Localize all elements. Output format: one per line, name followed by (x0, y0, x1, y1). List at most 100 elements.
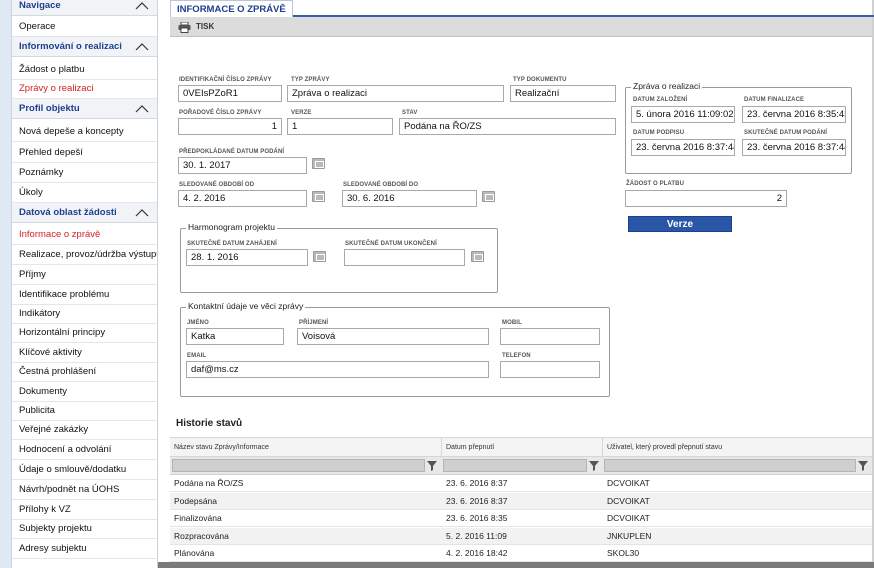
report-type-field[interactable]: Zpráva o realizaci (287, 85, 504, 102)
sidebar-item-zadost-o-platbu[interactable]: Žádost o platbu (12, 60, 157, 80)
table-row[interactable]: Podána na ŘO/ZS 23. 6. 2016 8:37 DCVOIKAT (170, 475, 872, 492)
sidebar-item-navrh-podnet-na-uohs[interactable]: Návrh/podnět na ÚOHS (12, 480, 157, 500)
filter-input[interactable] (172, 459, 425, 472)
report-type-label: TYP ZPRÁVY (291, 77, 330, 83)
table-cell: DCVOIKAT (607, 513, 650, 524)
period-from-field[interactable]: 4. 2. 2016 (178, 190, 307, 207)
calendar-icon[interactable] (482, 191, 495, 202)
sidebar-item-hodnoceni-a-odvolani[interactable]: Hodnocení a odvolání (12, 440, 157, 460)
sidebar-item-prijmy[interactable]: Příjmy (12, 265, 157, 285)
expected-submission-label: PŘEDPOKLÁDANÉ DATUM PODÁNÍ (179, 149, 285, 155)
phone-field[interactable] (500, 361, 600, 378)
sidebar-item-label: Indikátory (19, 308, 61, 319)
verze-button[interactable]: Verze (628, 216, 732, 232)
report-id-field[interactable]: 0VEIsPZoR1 (178, 85, 282, 102)
print-button[interactable]: TISK (178, 20, 214, 34)
chevron-up-icon[interactable] (135, 37, 149, 56)
sidebar-item-verejne-zakazky[interactable]: Veřejné zakázky (12, 420, 157, 440)
sidebar-item-cestna-prohlaseni[interactable]: Čestná prohlášení (12, 362, 157, 382)
calendar-icon[interactable] (471, 251, 484, 262)
sidebar-item-subjekty-projektu[interactable]: Subjekty projektu (12, 519, 157, 539)
table-cell: 5. 2. 2016 11:09 (446, 530, 507, 541)
table-cell: 23. 6. 2016 8:37 (446, 495, 508, 506)
sidebar-item-nova-depese-a-koncepty[interactable]: Nová depeše a koncepty (12, 122, 157, 142)
state-field[interactable]: Podána na ŘO/ZS (399, 118, 616, 135)
sidebar-item-publicita[interactable]: Publicita (12, 401, 157, 421)
table-row[interactable]: Plánována 4. 2. 2016 18:42 SKOL30 (170, 545, 872, 563)
filter-input[interactable] (443, 459, 587, 472)
column-header[interactable]: Uživatel, který provedl přepnutí stavu (603, 438, 872, 458)
table-cell: Plánována (174, 548, 215, 559)
sidebar-item-label: Přílohy k VZ (19, 504, 71, 515)
table-cell: 23. 6. 2016 8:35 (446, 513, 508, 524)
actual-start-label: SKUTEČNÉ DATUM ZAHÁJENÍ (187, 241, 277, 247)
chevron-up-icon[interactable] (135, 99, 149, 118)
filter-icon[interactable] (426, 459, 438, 472)
column-header[interactable]: Název stavu Zprávy/Informace (170, 438, 442, 458)
finalized-date-field[interactable]: 23. června 2016 8:35:43 (742, 106, 846, 123)
created-date-field[interactable]: 5. února 2016 11:09:02 (631, 106, 735, 123)
sidebar-item-realizace-provoz-udrzba-vystupu[interactable]: Realizace, provoz/údržba výstupu (12, 245, 157, 265)
period-to-field[interactable]: 30. 6. 2016 (342, 190, 477, 207)
sidebar-item-label: Datová oblast žádosti (19, 207, 117, 218)
sidebar-item-label: Zprávy o realizaci (19, 83, 94, 94)
expected-submission-field[interactable]: 30. 1. 2017 (178, 157, 307, 174)
sidebar-section-navigace[interactable]: Navigace (12, 0, 157, 16)
sidebar-item-informace-o-zprave[interactable]: Informace o zprávě (12, 225, 157, 245)
sidebar-item-identifikace-problemu[interactable]: Identifikace problému (12, 285, 157, 305)
sidebar-item-adresy-subjektu[interactable]: Adresy subjektu (12, 539, 157, 559)
sidebar-item-poznamky[interactable]: Poznámky (12, 163, 157, 183)
sidebar-item-klicove-aktivity[interactable]: Klíčové aktivity (12, 343, 157, 363)
sidebar-item-label: Dokumenty (19, 386, 68, 397)
order-number-field[interactable]: 1 (178, 118, 282, 135)
signed-date-field[interactable]: 23. června 2016 8:37:44 (631, 139, 735, 156)
sidebar-item-ukoly[interactable]: Úkoly (12, 183, 157, 203)
table-row[interactable]: Podepsána 23. 6. 2016 8:37 DCVOIKAT (170, 492, 872, 510)
left-edge-strip (0, 0, 12, 568)
sidebar-section-informovani-o-realizaci[interactable]: Informování o realizaci (12, 37, 157, 57)
sidebar-item-udaje-o-smlouve-dodatku[interactable]: Údaje o smlouvě/dodatku (12, 460, 157, 480)
chevron-up-icon[interactable] (135, 203, 149, 222)
sidebar-item-label: Nová depeše a koncepty (19, 126, 124, 137)
mobile-field[interactable] (500, 328, 600, 345)
report-info-group-title: Zpráva o realizaci (631, 81, 703, 91)
submitted-date-field[interactable]: 23. června 2016 8:37:44 (742, 139, 846, 156)
document-type-field[interactable]: Realizační (510, 85, 616, 102)
column-header[interactable]: Datum přepnutí (442, 438, 603, 458)
table-row[interactable]: Rozpracována 5. 2. 2016 11:09 JNKUPLEN (170, 527, 872, 545)
sidebar-item-horizontalni-principy[interactable]: Horizontální principy (12, 323, 157, 343)
filter-icon[interactable] (857, 459, 869, 472)
sidebar-item-label: Veřejné zakázky (19, 424, 89, 435)
sidebar-section-profil-objektu[interactable]: Profil objektu (12, 99, 157, 119)
table-row[interactable]: Finalizována 23. 6. 2016 8:35 DCVOIKAT (170, 510, 872, 528)
actual-end-field[interactable] (344, 249, 465, 266)
sidebar-item-indikatory[interactable]: Indikátory (12, 304, 157, 324)
filter-icon[interactable] (588, 459, 600, 472)
sidebar-item-prilohy-k-vz[interactable]: Přílohy k VZ (12, 500, 157, 520)
chevron-up-icon[interactable] (135, 0, 149, 15)
payment-request-field[interactable]: 2 (625, 190, 787, 207)
tab-informace-o-zprave[interactable]: INFORMACE O ZPRÁVĚ (170, 0, 293, 17)
calendar-icon[interactable] (312, 191, 325, 202)
calendar-icon[interactable] (312, 158, 325, 169)
version-field[interactable]: 1 (287, 118, 393, 135)
sidebar-item-label: Žádost o platbu (19, 64, 85, 75)
bottom-scrollbar[interactable] (158, 562, 874, 568)
table-cell: Podepsána (174, 495, 218, 506)
version-label: VERZE (291, 110, 312, 116)
report-id-label: IDENTIFIKAČNÍ ČÍSLO ZPRÁVY (179, 77, 272, 83)
actual-start-field[interactable]: 28. 1. 2016 (186, 249, 308, 266)
sidebar-item-operace[interactable]: Operace (12, 17, 157, 37)
sidebar-item-label: Návrh/podnět na ÚOHS (19, 484, 120, 495)
calendar-icon[interactable] (313, 251, 326, 262)
sidebar-section-datova-oblast-zadosti[interactable]: Datová oblast žádosti (12, 203, 157, 223)
history-title: Historie stavů (176, 418, 243, 429)
sidebar-item-zpravy-o-realizaci[interactable]: Zprávy o realizaci (12, 79, 157, 99)
filter-input[interactable] (604, 459, 856, 472)
sidebar-item-dokumenty[interactable]: Dokumenty (12, 382, 157, 402)
surname-field[interactable]: Voisová (297, 328, 489, 345)
created-date-label: DATUM ZALOŽENÍ (633, 97, 688, 103)
first-name-field[interactable]: Katka (186, 328, 284, 345)
sidebar-item-prehled-depesi[interactable]: Přehled depeší (12, 143, 157, 163)
email-field[interactable]: daf@ms.cz (186, 361, 489, 378)
